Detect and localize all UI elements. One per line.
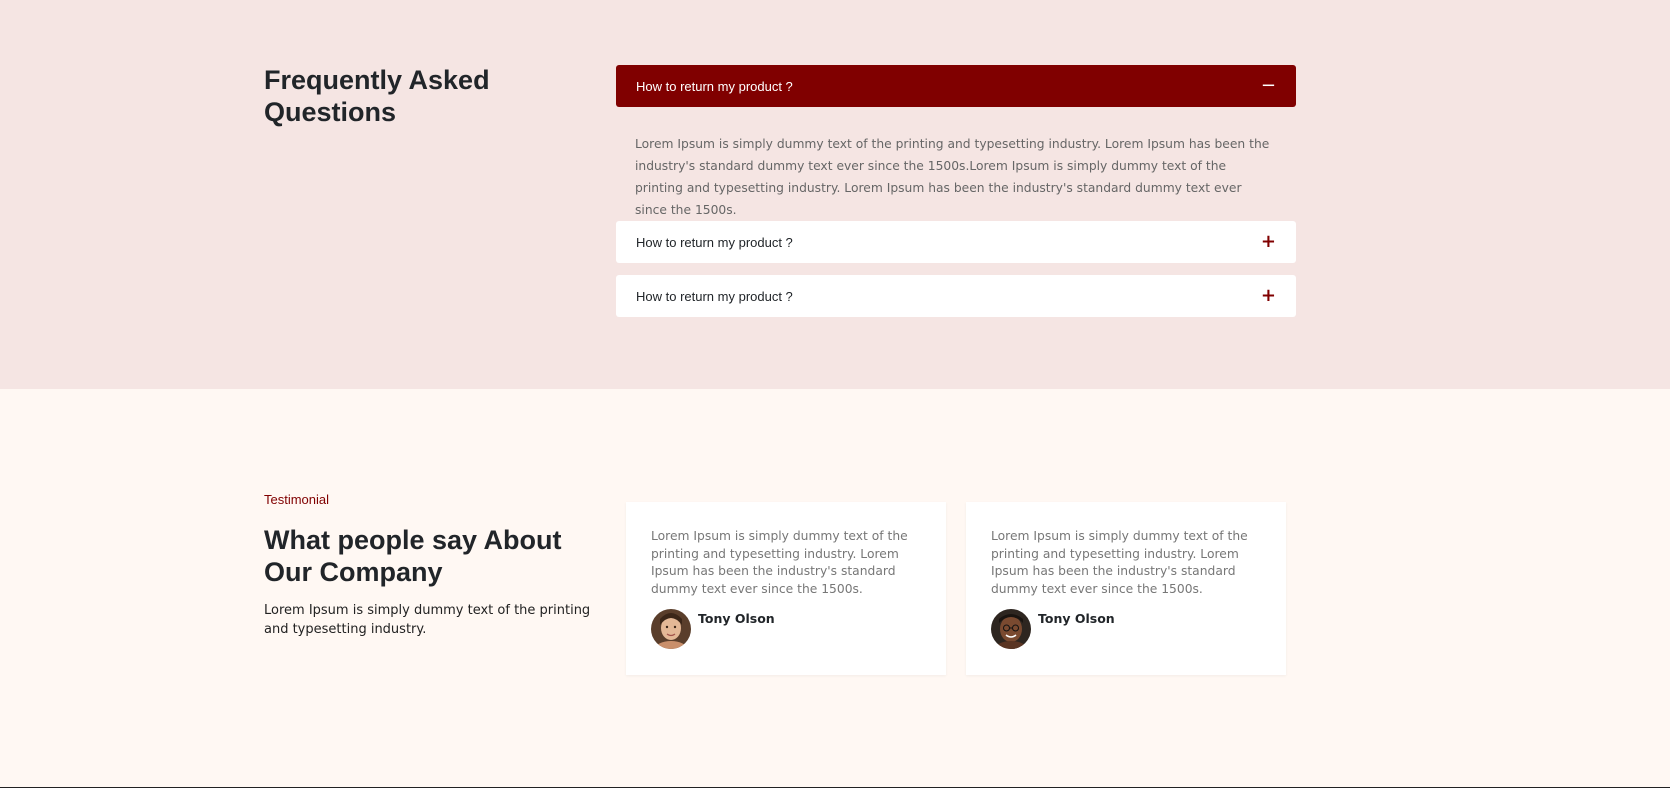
faq-item-1-header[interactable]: How to return my product ? − xyxy=(616,65,1296,107)
testimonial-author: Tony Olson xyxy=(698,611,775,626)
avatar xyxy=(991,609,1031,649)
testimonial-description: Lorem Ipsum is simply dummy text of the … xyxy=(264,603,591,637)
testimonial-card: Lorem Ipsum is simply dummy text of the … xyxy=(626,502,946,675)
plus-icon: + xyxy=(1260,231,1276,252)
faq-title: Frequently Asked Questions xyxy=(264,65,490,127)
faq-item-1-answer: Lorem Ipsum is simply dummy text of the … xyxy=(635,137,1270,217)
faq-item-1-question: How to return my product ? xyxy=(636,78,793,94)
minus-icon: − xyxy=(1260,75,1276,96)
testimonial-quote: Lorem Ipsum is simply dummy text of the … xyxy=(991,529,1248,596)
testimonial-title: What people say About Our Company xyxy=(264,525,562,587)
testimonial-quote: Lorem Ipsum is simply dummy text of the … xyxy=(651,529,908,596)
faq-item-3-question: How to return my product ? xyxy=(636,288,793,304)
faq-item-3-header[interactable]: How to return my product ? + xyxy=(616,275,1296,317)
faq-item-2-question: How to return my product ? xyxy=(636,234,793,250)
testimonial-tag: Testimonial xyxy=(264,492,330,507)
plus-icon: + xyxy=(1260,285,1276,306)
testimonial-card: Lorem Ipsum is simply dummy text of the … xyxy=(966,502,1286,675)
testimonial-author: Tony Olson xyxy=(1038,611,1115,626)
avatar xyxy=(651,609,691,649)
faq-item-2-header[interactable]: How to return my product ? + xyxy=(616,221,1296,263)
